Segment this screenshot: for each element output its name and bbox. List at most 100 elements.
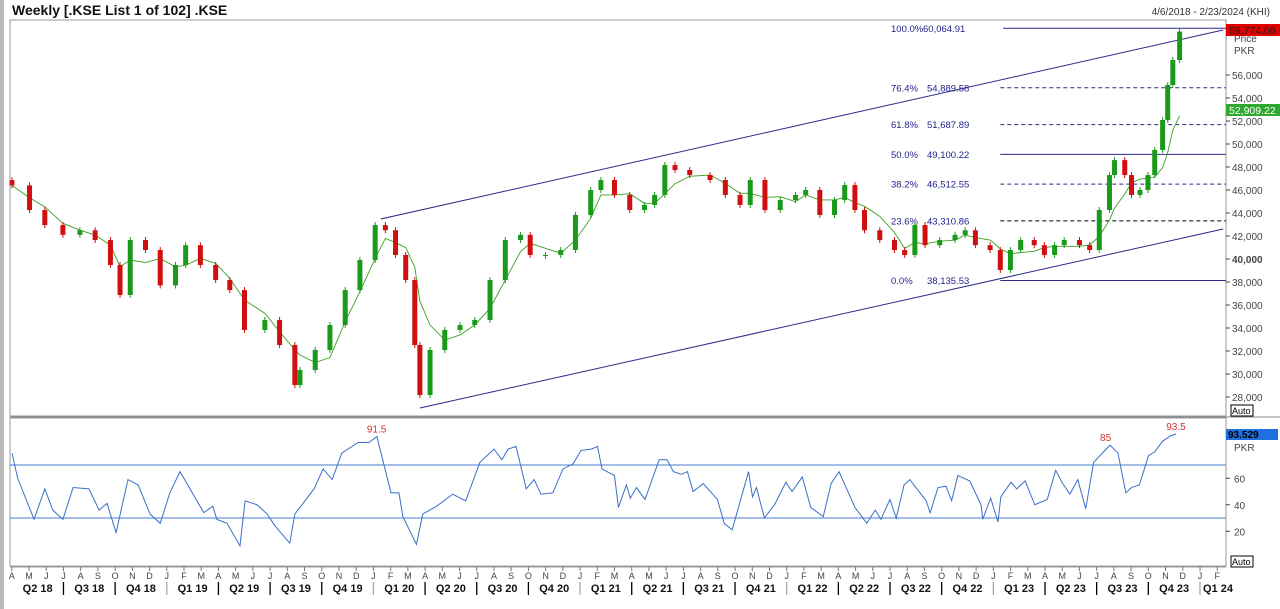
candle-up <box>1145 175 1151 190</box>
month-label: F <box>1008 571 1014 581</box>
fib-level-value: 54,889.58 <box>927 83 969 94</box>
quarter-label: Q4 22 <box>953 583 983 595</box>
quarter-label: Q1 21 <box>591 583 621 595</box>
candle-up <box>937 240 943 246</box>
candle-down <box>987 245 993 251</box>
quarter-label: Q2 18 <box>23 583 53 595</box>
candle-down <box>1087 245 1093 251</box>
candle-down <box>762 179 768 211</box>
fib-level-value: 38,135.53 <box>927 276 969 287</box>
y-tick-label: 54,000 <box>1232 94 1263 105</box>
month-label: J <box>664 571 669 581</box>
candle-down <box>862 210 868 231</box>
price-panel <box>9 19 1227 417</box>
candle-up <box>1018 240 1024 251</box>
month-label: M <box>852 571 860 581</box>
candle-up <box>297 369 303 386</box>
quarter-label: Q4 23 <box>1159 583 1189 595</box>
candle-up <box>427 349 433 396</box>
month-label: M <box>1024 571 1032 581</box>
candle-down <box>1076 240 1082 246</box>
candle-up <box>1007 250 1013 271</box>
fib-level-value: 43,310.86 <box>927 216 969 227</box>
candle-down <box>157 250 163 286</box>
candle-up <box>518 234 524 241</box>
month-label: D <box>353 571 360 581</box>
rsi-annotation: 93.5 <box>1166 422 1186 433</box>
month-label: A <box>215 571 221 581</box>
y-tick-label: 28,000 <box>1232 393 1263 404</box>
month-label: F <box>181 571 187 581</box>
candle-up <box>1112 160 1118 176</box>
month-label: M <box>197 571 205 581</box>
month-label: D <box>1180 571 1187 581</box>
quarter-label: Q1 20 <box>384 583 414 595</box>
candle-down <box>722 179 728 195</box>
y-tick-label: 56,000 <box>1232 71 1263 82</box>
y-tick-label: 30,000 <box>1232 370 1263 381</box>
month-label: J <box>268 571 273 581</box>
candle-down <box>922 225 928 246</box>
candle-up <box>472 319 478 326</box>
fib-level-value: 51,687.89 <box>927 120 969 131</box>
candle-up <box>327 325 333 350</box>
month-label: J <box>1198 571 1203 581</box>
rsi-tick-label: 40 <box>1234 501 1246 512</box>
candle-up <box>312 349 318 370</box>
rsi-auto-label[interactable]: Auto <box>1232 557 1251 567</box>
month-label: A <box>1111 571 1117 581</box>
month-label: J <box>1077 571 1082 581</box>
month-label: A <box>422 571 428 581</box>
y-tick-label: 32,000 <box>1232 347 1263 358</box>
candle-up <box>641 204 647 211</box>
chart-canvas[interactable]: 28,000 30,000 32,000 34,000 36,000 38,000 40,0… <box>0 0 1280 609</box>
month-label: M <box>439 571 447 581</box>
candle-down <box>412 280 418 346</box>
candle-up <box>487 280 493 320</box>
candle-up <box>1165 85 1171 120</box>
y-tick-label: 44,000 <box>1232 209 1263 220</box>
candle-up <box>572 214 578 251</box>
candle-up <box>1137 190 1143 195</box>
quarter-label: Q4 18 <box>126 583 156 595</box>
month-label: J <box>784 571 789 581</box>
candle-down <box>1041 245 1047 255</box>
candle-down <box>227 280 233 291</box>
fib-level-pct: 61.8% <box>891 120 918 131</box>
month-label: J <box>991 571 996 581</box>
candle-up <box>962 230 968 235</box>
candle-up <box>342 290 348 326</box>
candle-up <box>1061 240 1067 246</box>
candle-up <box>842 185 848 201</box>
month-label: N <box>749 571 756 581</box>
candle-down <box>852 185 858 211</box>
candle-down <box>417 345 423 396</box>
candle-up <box>172 264 178 286</box>
month-label: O <box>525 571 532 581</box>
quarter-label: Q4 19 <box>333 583 363 595</box>
candle-down <box>902 250 908 255</box>
month-label: S <box>302 571 308 581</box>
month-label: M <box>817 571 825 581</box>
quarter-label: Q2 22 <box>849 583 879 595</box>
month-label: J <box>165 571 170 581</box>
candle-up <box>1160 119 1166 150</box>
fib-level-value: 60,064.91 <box>923 24 965 35</box>
candle-up <box>558 250 564 255</box>
quarter-label: Q3 21 <box>694 583 724 595</box>
y-tick-label: 40,000 <box>1232 255 1263 266</box>
month-label: N <box>956 571 963 581</box>
candle-down <box>687 169 693 176</box>
month-label: S <box>1128 571 1134 581</box>
candle-up <box>588 190 594 215</box>
month-label: D <box>146 571 153 581</box>
candle-up <box>598 179 604 190</box>
price-auto-label[interactable]: Auto <box>1232 406 1251 416</box>
candle-down <box>107 240 113 265</box>
month-label: F <box>801 571 807 581</box>
candle-down <box>292 345 298 386</box>
y-tick-label: 36,000 <box>1232 301 1263 312</box>
month-label: J <box>578 571 583 581</box>
month-label: A <box>698 571 704 581</box>
y-tick-label: 46,000 <box>1232 186 1263 197</box>
